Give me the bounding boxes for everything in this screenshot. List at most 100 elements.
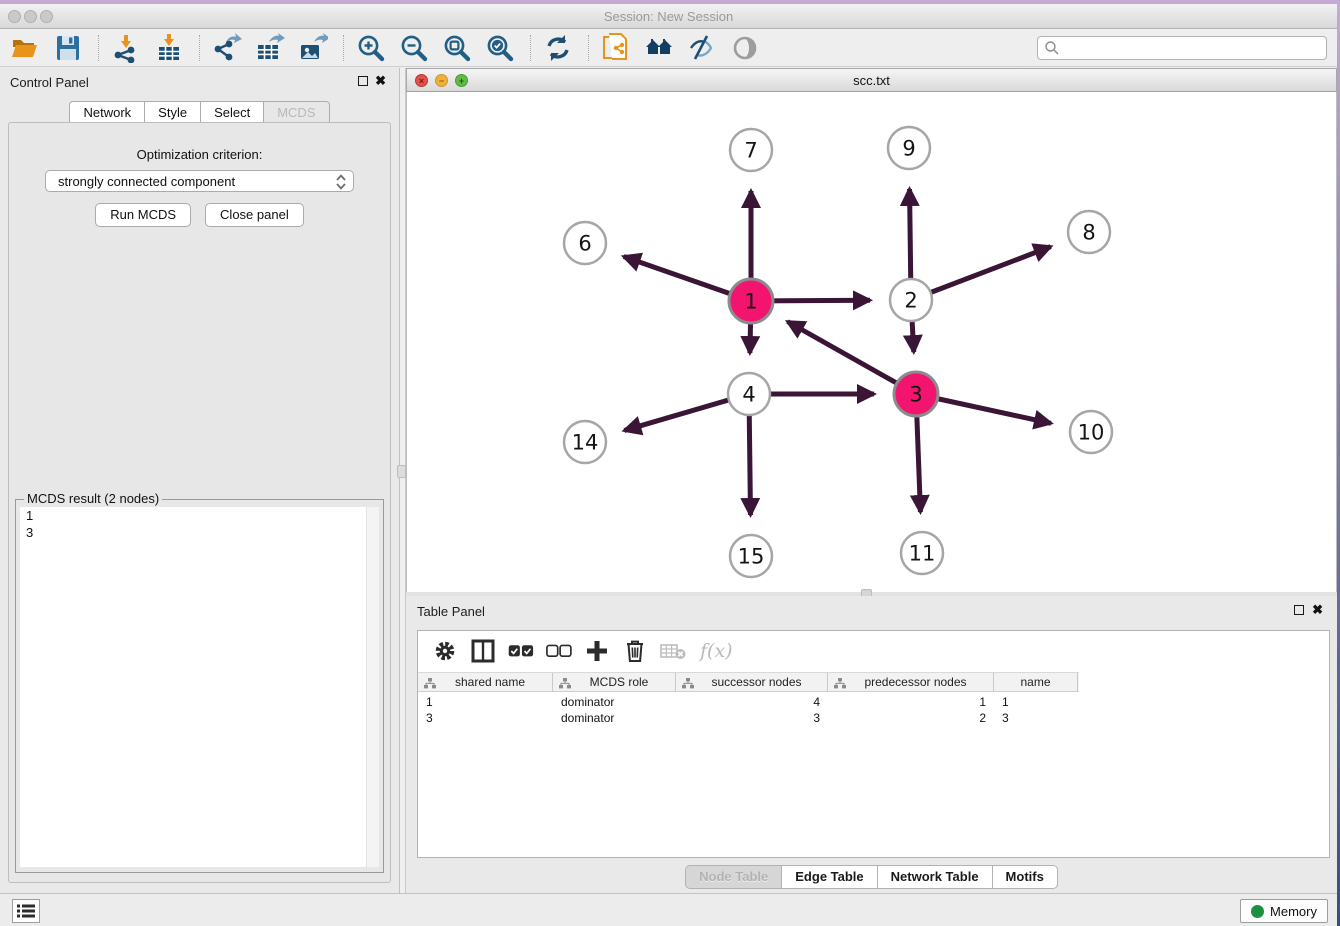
- tab-node-table[interactable]: Node Table: [685, 865, 781, 889]
- network-frame: × − + scc.txt 1 2 3 4 6 7 8 9 10 11 14 15: [406, 68, 1337, 596]
- tab-network-table[interactable]: Network Table: [877, 865, 992, 889]
- close-panel-button[interactable]: Close panel: [205, 203, 304, 227]
- cell-shared-name[interactable]: 1: [418, 694, 553, 710]
- show-all-networks-icon[interactable]: [642, 32, 676, 64]
- export-network-icon[interactable]: [210, 32, 244, 64]
- graph-node-6[interactable]: 6: [564, 222, 606, 264]
- table-toolbar: f(x): [418, 631, 1329, 671]
- add-row-icon[interactable]: [584, 638, 610, 664]
- open-session-icon[interactable]: [8, 32, 42, 64]
- optimization-criterion-select[interactable]: strongly connected component: [45, 170, 354, 192]
- mcds-panel: Optimization criterion: strongly connect…: [8, 122, 391, 883]
- cell-shared-name[interactable]: 3: [418, 710, 553, 726]
- table-row[interactable]: 3dominator323: [418, 710, 1079, 726]
- export-image-icon[interactable]: [296, 32, 330, 64]
- zoom-out-icon[interactable]: [397, 32, 431, 64]
- run-mcds-button[interactable]: Run MCDS: [95, 203, 191, 227]
- graph-node-3[interactable]: 3: [894, 372, 938, 416]
- column-header-shared-name[interactable]: shared name: [418, 673, 553, 691]
- node-label: 2: [904, 288, 917, 312]
- clone-network-icon[interactable]: [599, 32, 633, 64]
- graph-node-1[interactable]: 1: [729, 279, 773, 323]
- chevron-up-down-icon: [335, 173, 347, 194]
- import-network-icon[interactable]: [109, 32, 143, 64]
- column-header-name[interactable]: name: [994, 673, 1078, 691]
- import-table-icon[interactable]: [152, 32, 186, 64]
- apply-layout-icon[interactable]: [541, 32, 575, 64]
- float-table-panel-icon[interactable]: [1294, 605, 1304, 615]
- search-input[interactable]: [1037, 36, 1327, 60]
- column-header-MCDS-role[interactable]: MCDS role: [553, 673, 676, 691]
- attribute-tree-icon: [682, 678, 694, 689]
- export-table-icon[interactable]: [253, 32, 287, 64]
- column-header-successor-nodes[interactable]: successor nodes: [676, 673, 828, 691]
- column-header-predecessor-nodes[interactable]: predecessor nodes: [828, 673, 994, 691]
- cell-successor-nodes[interactable]: 3: [676, 710, 828, 726]
- graph-node-10[interactable]: 10: [1070, 411, 1112, 453]
- cell-predecessor-nodes[interactable]: 1: [828, 694, 994, 710]
- close-panel-icon[interactable]: ✖: [375, 73, 386, 89]
- table-panel-title: Table Panel: [417, 604, 485, 619]
- table-settings-gear-icon[interactable]: [432, 638, 458, 664]
- control-panel-header: Control Panel ✖: [0, 68, 399, 94]
- graph-node-7[interactable]: 7: [730, 129, 772, 171]
- cell-successor-nodes[interactable]: 4: [676, 694, 828, 710]
- zoom-selected-icon[interactable]: [483, 32, 517, 64]
- result-scrollbar[interactable]: [366, 507, 379, 867]
- graph-node-11[interactable]: 11: [901, 532, 943, 574]
- cell-name[interactable]: 3: [994, 710, 1078, 726]
- close-table-panel-icon[interactable]: ✖: [1312, 602, 1323, 618]
- toolbar-separator: [588, 35, 589, 61]
- cell-predecessor-nodes[interactable]: 2: [828, 710, 994, 726]
- graph-node-8[interactable]: 8: [1068, 211, 1110, 253]
- cell-MCDS-role[interactable]: dominator: [553, 710, 676, 726]
- tab-motifs[interactable]: Motifs: [992, 865, 1058, 889]
- graph-node-14[interactable]: 14: [564, 421, 606, 463]
- network-frame-titlebar: × − + scc.txt: [406, 68, 1337, 92]
- select-all-checkboxes-icon[interactable]: [508, 638, 534, 664]
- attribute-tree-icon: [424, 678, 436, 689]
- splitter-grip[interactable]: [397, 465, 406, 478]
- app-window: Session: New Session: [0, 4, 1337, 926]
- zoom-in-icon[interactable]: [354, 32, 388, 64]
- node-label: 3: [909, 382, 922, 406]
- node-label: 6: [578, 231, 591, 255]
- node-label: 15: [738, 544, 765, 568]
- tab-edge-table[interactable]: Edge Table: [781, 865, 876, 889]
- node-label: 11: [909, 541, 936, 565]
- zoom-fit-icon[interactable]: [440, 32, 474, 64]
- window-titlebar: Session: New Session: [0, 4, 1337, 29]
- graph-node-9[interactable]: 9: [888, 127, 930, 169]
- attribute-tree-icon: [559, 678, 571, 689]
- optimization-criterion-value: strongly connected component: [58, 174, 235, 189]
- show-columns-icon[interactable]: [470, 638, 496, 664]
- main-toolbar: [0, 29, 1337, 67]
- control-panel: Control Panel ✖ NetworkStyleSelectMCDS O…: [0, 68, 400, 897]
- bird-view-icon[interactable]: [728, 32, 762, 64]
- memory-button[interactable]: Memory: [1240, 899, 1328, 923]
- save-session-icon[interactable]: [51, 32, 85, 64]
- deselect-all-checkboxes-icon[interactable]: [546, 638, 572, 664]
- graph-node-2[interactable]: 2: [890, 279, 932, 321]
- graph-node-4[interactable]: 4: [728, 373, 770, 415]
- delete-table-icon[interactable]: [660, 638, 686, 664]
- task-history-button[interactable]: [12, 899, 40, 923]
- graph-node-15[interactable]: 15: [730, 535, 772, 577]
- mcds-result-text[interactable]: 13: [20, 507, 379, 867]
- attribute-tree-icon: [834, 678, 846, 689]
- list-icon: [17, 904, 35, 918]
- cell-name[interactable]: 1: [994, 694, 1078, 710]
- control-panel-title: Control Panel: [10, 75, 89, 90]
- network-frame-title: scc.txt: [407, 73, 1336, 88]
- delete-row-trash-icon[interactable]: [622, 638, 648, 664]
- float-panel-icon[interactable]: [358, 76, 368, 86]
- optimization-criterion-label: Optimization criterion:: [9, 147, 390, 162]
- network-canvas[interactable]: 1 2 3 4 6 7 8 9 10 11 14 15: [406, 92, 1337, 592]
- edge-2-8[interactable]: [911, 247, 1051, 300]
- hide-graphics-details-icon[interactable]: [685, 32, 719, 64]
- cell-MCDS-role[interactable]: dominator: [553, 694, 676, 710]
- table-row[interactable]: 1dominator411: [418, 694, 1079, 710]
- node-label: 1: [744, 289, 757, 313]
- function-builder-icon[interactable]: f(x): [700, 640, 733, 662]
- table-panel: Table Panel ✖: [406, 596, 1337, 897]
